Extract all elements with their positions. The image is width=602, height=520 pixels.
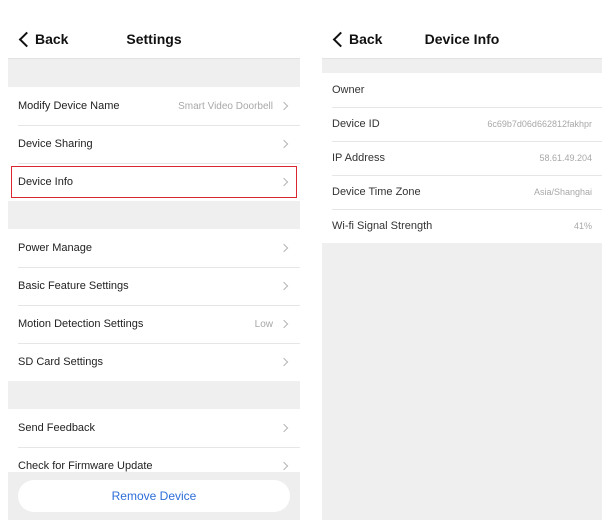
row-value: 41% [573,221,592,231]
row-value: Asia/Shanghai [533,187,592,197]
chevron-right-icon [279,319,289,329]
basic-feature-settings-row[interactable]: Basic Feature Settings [8,267,300,305]
section-gap [8,381,300,409]
row-label: IP Address [332,152,385,164]
settings-group-device: Modify Device Name Smart Video Doorbell … [8,87,300,201]
status-bar [322,0,602,22]
chevron-right-icon [279,177,289,187]
ip-address-row: IP Address 58.61.49.204 [322,141,602,175]
chevron-right-icon [279,243,289,253]
settings-group-features: Power Manage Basic Feature Settings Moti… [8,229,300,381]
chevron-right-icon [279,101,289,111]
chevron-right-icon [279,357,289,367]
send-feedback-row[interactable]: Send Feedback [8,409,300,447]
device-info-screen: Back Device Info Owner Device ID 6c69b7d… [322,0,602,520]
device-info-row[interactable]: Device Info [8,163,300,201]
motion-detection-settings-row[interactable]: Motion Detection Settings Low [8,305,300,343]
page-title: Settings [126,31,182,47]
page-title: Device Info [424,31,500,47]
row-value: Smart Video Doorbell [178,100,273,112]
section-gap [8,59,300,87]
device-info-list: Owner Device ID 6c69b7d06d662812fakhpr I… [322,73,602,243]
row-value: 58.61.49.204 [539,153,592,163]
chevron-right-icon [279,461,289,471]
chevron-right-icon [279,423,289,433]
status-bar [8,0,300,22]
row-label: Device Sharing [18,138,93,150]
chevron-right-icon [279,281,289,291]
nav-bar: Back Settings [8,22,300,59]
row-label: Device Time Zone [332,186,421,198]
remove-device-button[interactable]: Remove Device [18,480,290,512]
row-label: Motion Detection Settings [18,318,144,330]
device-time-zone-row: Device Time Zone Asia/Shanghai [322,175,602,209]
bottom-action-bar: Remove Device [8,472,300,520]
row-value: 6c69b7d06d662812fakhpr [487,119,592,129]
device-id-row: Device ID 6c69b7d06d662812fakhpr [322,107,602,141]
chevron-right-icon [279,139,289,149]
row-label: Modify Device Name [18,100,120,112]
row-label: Basic Feature Settings [18,280,129,292]
section-gap [322,59,602,73]
settings-screen: Back Settings Modify Device Name Smart V… [8,0,300,520]
wifi-signal-strength-row: Wi-fi Signal Strength 41% [322,209,602,243]
row-label: Wi-fi Signal Strength [332,220,433,232]
row-label: Device ID [332,118,380,130]
row-value: Low [254,318,273,330]
section-gap [8,201,300,229]
modify-device-name-row[interactable]: Modify Device Name Smart Video Doorbell [8,87,300,125]
power-manage-row[interactable]: Power Manage [8,229,300,267]
row-label: Power Manage [18,242,92,254]
row-label: SD Card Settings [18,356,103,368]
nav-bar: Back Device Info [322,22,602,59]
sd-card-settings-row[interactable]: SD Card Settings [8,343,300,381]
row-label: Send Feedback [18,422,96,434]
row-label: Device Info [18,176,74,188]
device-sharing-row[interactable]: Device Sharing [8,125,300,163]
owner-row: Owner [322,73,602,107]
row-label: Check for Firmware Update [18,460,153,472]
row-label: Owner [332,84,365,96]
